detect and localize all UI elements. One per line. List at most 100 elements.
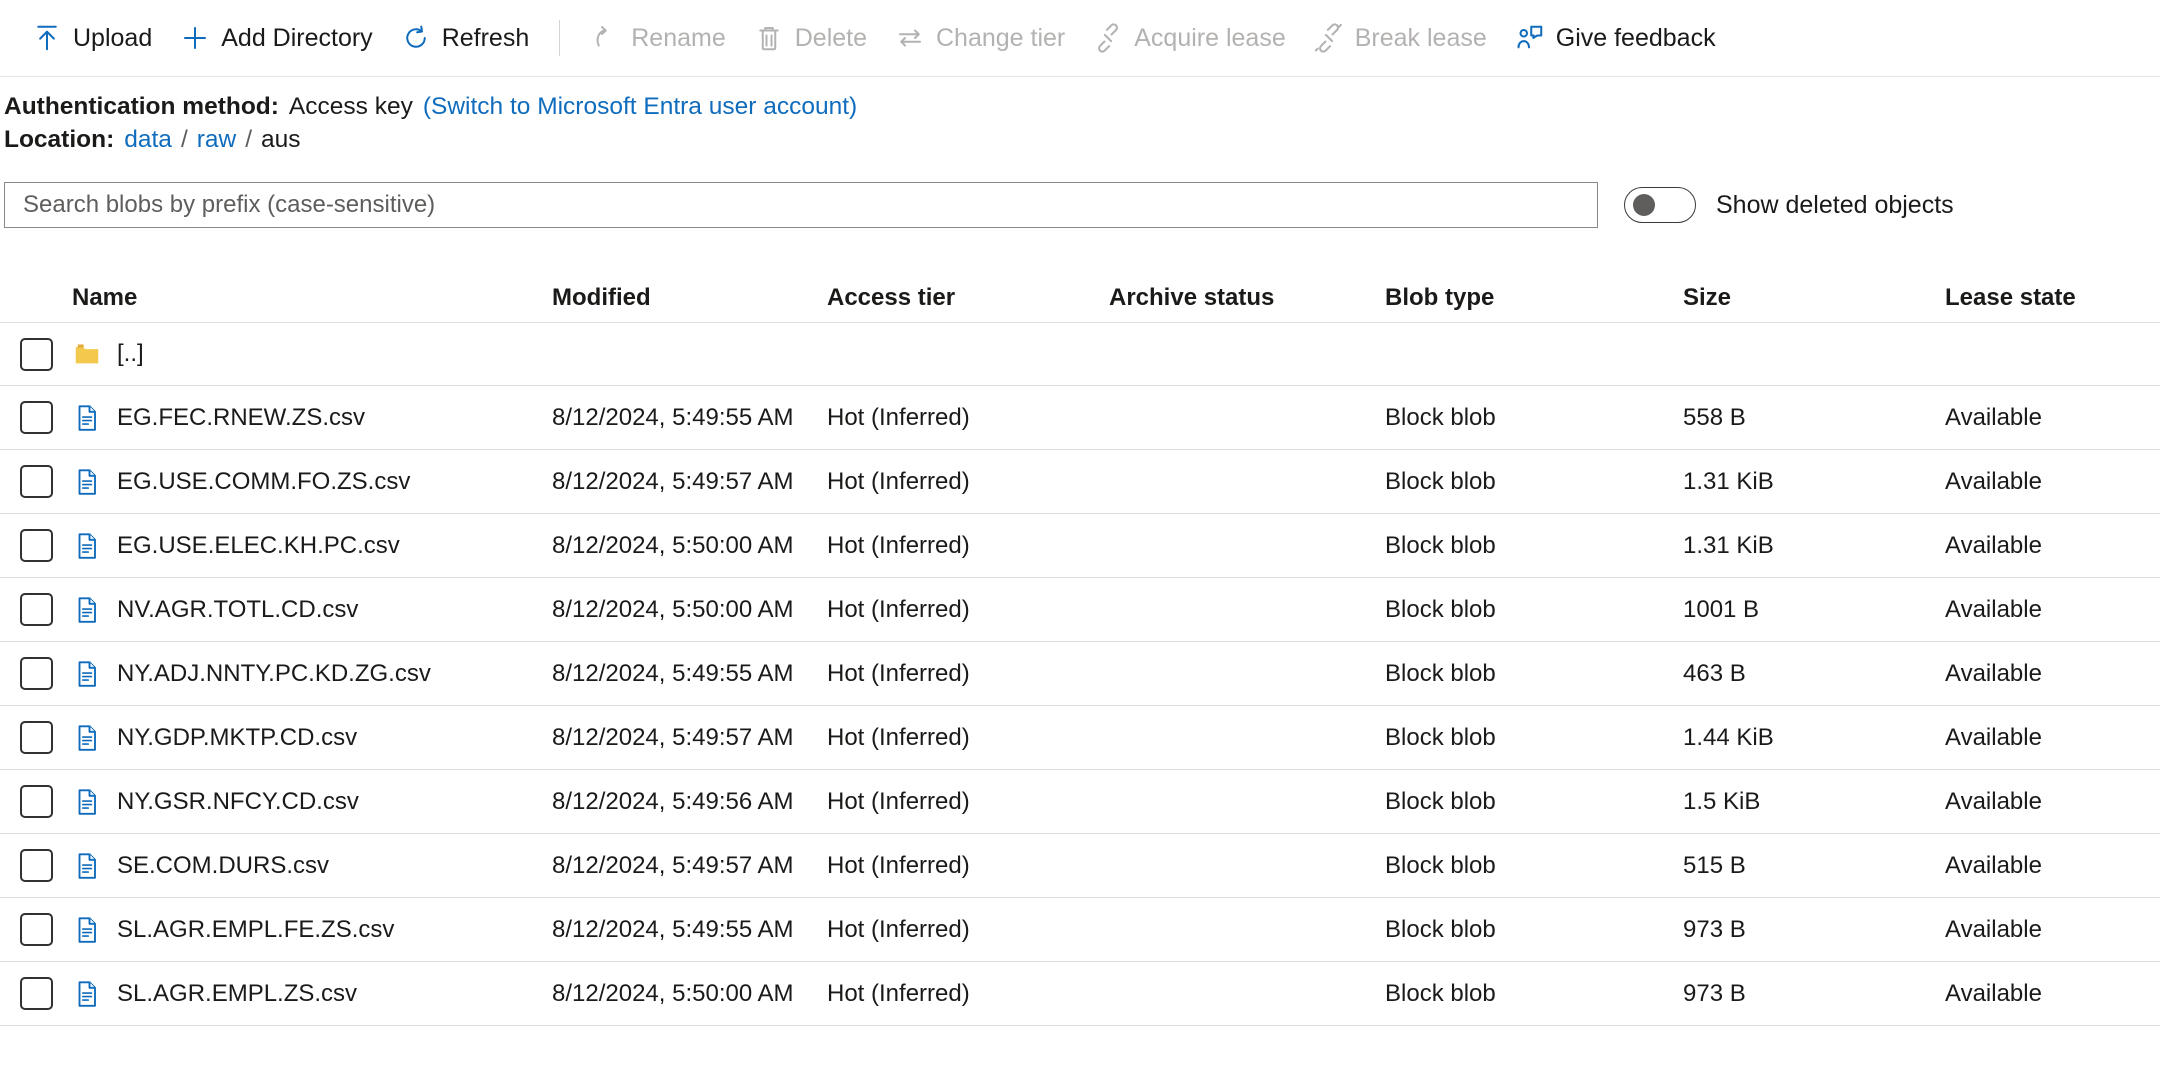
file-icon [72, 466, 102, 498]
file-icon [72, 530, 102, 562]
search-input[interactable] [21, 190, 1581, 221]
column-header-name[interactable]: Name [72, 284, 552, 312]
cell-name: SL.AGR.EMPL.ZS.csv [72, 978, 552, 1010]
toolbar-button-refresh[interactable]: Refresh [387, 17, 544, 59]
table-row[interactable]: [..] [0, 322, 2160, 387]
show-deleted-objects-control: Show deleted objects [1624, 187, 1954, 224]
row-checkbox[interactable] [19, 849, 53, 883]
cell-name: EG.FEC.RNEW.ZS.csv [72, 402, 552, 434]
cell-lease-state: Available [1945, 723, 2042, 751]
cell-access-tier: Hot (Inferred) [827, 531, 970, 559]
cell-size: 973 B [1683, 979, 1746, 1007]
blob-name-link[interactable]: NY.GDP.MKTP.CD.csv [117, 724, 357, 752]
table-row[interactable]: SL.AGR.EMPL.FE.ZS.csv 8/12/2024, 5:49:55 … [0, 898, 2160, 963]
row-checkbox[interactable] [19, 593, 53, 627]
blob-name-link[interactable]: NV.AGR.TOTL.CD.csv [117, 596, 358, 624]
table-row[interactable]: SL.AGR.EMPL.ZS.csv 8/12/2024, 5:50:00 AM H… [0, 962, 2160, 1027]
file-icon [72, 722, 102, 754]
cell-lease-state: Available [1945, 403, 2042, 431]
row-checkbox-cell [0, 465, 72, 499]
blob-name-link[interactable]: NY.ADJ.NNTY.PC.KD.ZG.csv [117, 660, 431, 688]
show-deleted-objects-label: Show deleted objects [1716, 190, 1954, 219]
location-row: Location: data / raw / aus [4, 124, 2160, 157]
table-row[interactable]: NY.GDP.MKTP.CD.csv 8/12/2024, 5:49:57 AM H… [0, 706, 2160, 771]
table-row[interactable]: EG.USE.ELEC.KH.PC.csv 8/12/2024, 5:50:00 … [0, 514, 2160, 579]
blob-name-link[interactable]: [..] [117, 340, 144, 368]
cell-blob-type: Block blob [1385, 467, 1496, 495]
cell-access-tier: Hot (Inferred) [827, 403, 970, 431]
table-row[interactable]: NY.GSR.NFCY.CD.csv 8/12/2024, 5:49:56 AM H… [0, 770, 2160, 835]
blob-name-link[interactable]: SL.AGR.EMPL.ZS.csv [117, 980, 357, 1008]
toolbar-separator [559, 20, 561, 56]
column-header-archive-status[interactable]: Archive status [1109, 284, 1385, 312]
cell-name: SL.AGR.EMPL.FE.ZS.csv [72, 914, 552, 946]
search-blobs-box[interactable] [4, 182, 1598, 229]
toolbar-button-label: Break lease [1354, 23, 1487, 52]
row-checkbox[interactable] [19, 913, 53, 947]
toolbar-button-label: Delete [794, 23, 867, 52]
cell-name: EG.USE.COMM.FO.ZS.csv [72, 466, 552, 498]
toolbar-button-label: Add Directory [221, 23, 373, 52]
toolbar-button-label: Upload [73, 23, 153, 52]
row-checkbox[interactable] [19, 721, 53, 755]
cell-name: [..] [72, 338, 552, 370]
cell-access-tier: Hot (Inferred) [827, 659, 970, 687]
search-row: Show deleted objects [0, 182, 2160, 229]
rename-icon [590, 23, 620, 53]
blob-name-link[interactable]: SL.AGR.EMPL.FE.ZS.csv [117, 916, 394, 944]
table-row[interactable]: EG.FEC.RNEW.ZS.csv 8/12/2024, 5:49:55 AM H… [0, 386, 2160, 451]
row-checkbox[interactable] [19, 785, 53, 819]
toolbar-button-label: Acquire lease [1134, 23, 1286, 52]
cell-blob-type: Block blob [1385, 915, 1496, 943]
row-checkbox[interactable] [19, 657, 53, 691]
row-checkbox[interactable] [19, 529, 53, 563]
column-header-access-tier[interactable]: Access tier [827, 284, 1109, 312]
cell-blob-type: Block blob [1385, 787, 1496, 815]
blob-name-link[interactable]: EG.USE.COMM.FO.ZS.csv [117, 468, 410, 496]
file-icon [72, 402, 102, 434]
row-checkbox[interactable] [19, 337, 53, 371]
cell-modified: 8/12/2024, 5:49:55 AM [552, 403, 794, 431]
row-checkbox-cell [0, 721, 72, 755]
cell-access-tier: Hot (Inferred) [827, 787, 970, 815]
column-header-size[interactable]: Size [1683, 284, 1945, 312]
row-checkbox-cell [0, 529, 72, 563]
table-row[interactable]: SE.COM.DURS.csv 8/12/2024, 5:49:57 AM Hot … [0, 834, 2160, 899]
cell-name: NY.GDP.MKTP.CD.csv [72, 722, 552, 754]
breadcrumb-item-raw[interactable]: raw [197, 126, 236, 153]
table-row[interactable]: NY.ADJ.NNTY.PC.KD.ZG.csv 8/12/2024, 5:49:… [0, 642, 2160, 707]
table-row[interactable]: NV.AGR.TOTL.CD.csv 8/12/2024, 5:50:00 AM H… [0, 578, 2160, 643]
cell-modified: 8/12/2024, 5:50:00 AM [552, 595, 794, 623]
column-header-modified[interactable]: Modified [552, 284, 827, 312]
toolbar-button-delete: Delete [740, 17, 881, 59]
cell-size: 973 B [1683, 915, 1746, 943]
row-checkbox[interactable] [19, 977, 53, 1011]
command-toolbar: Upload Add Directory Refresh Rename Delete Ch… [0, 0, 2160, 77]
column-header-blob-type[interactable]: Blob type [1385, 284, 1683, 312]
authentication-method-row: Authentication method: Access key (Switc… [4, 91, 2160, 124]
row-checkbox-cell [0, 337, 72, 371]
cell-size: 1.44 KiB [1683, 723, 1774, 751]
toolbar-button-label: Rename [631, 23, 726, 52]
toolbar-button-add-directory[interactable]: Add Directory [166, 17, 386, 59]
cell-access-tier: Hot (Inferred) [827, 915, 970, 943]
breadcrumb-item-data[interactable]: data [124, 126, 172, 153]
blob-name-link[interactable]: EG.FEC.RNEW.ZS.csv [117, 404, 365, 432]
blob-name-link[interactable]: EG.USE.ELEC.KH.PC.csv [117, 532, 400, 560]
lease-icon [1093, 23, 1123, 53]
plus-icon [180, 23, 210, 53]
toolbar-button-upload[interactable]: Upload [18, 17, 166, 59]
switch-auth-link[interactable]: (Switch to Microsoft Entra user account) [423, 91, 857, 124]
toolbar-button-give-feedback[interactable]: Give feedback [1501, 17, 1730, 59]
blob-name-link[interactable]: NY.GSR.NFCY.CD.csv [117, 788, 359, 816]
show-deleted-objects-toggle[interactable] [1624, 187, 1696, 224]
row-checkbox[interactable] [19, 465, 53, 499]
column-header-lease-state[interactable]: Lease state [1945, 284, 2160, 312]
cell-size: 558 B [1683, 403, 1746, 431]
table-row[interactable]: EG.USE.COMM.FO.ZS.csv 8/12/2024, 5:49:57 … [0, 450, 2160, 515]
row-checkbox[interactable] [19, 401, 53, 435]
blob-name-link[interactable]: SE.COM.DURS.csv [117, 852, 329, 880]
table-body: [..] EG.FEC.RNEW.ZS.csv 8/12/2024, 5:49:55… [0, 322, 2160, 1027]
cell-blob-type: Block blob [1385, 595, 1496, 623]
upload-icon [32, 23, 62, 53]
